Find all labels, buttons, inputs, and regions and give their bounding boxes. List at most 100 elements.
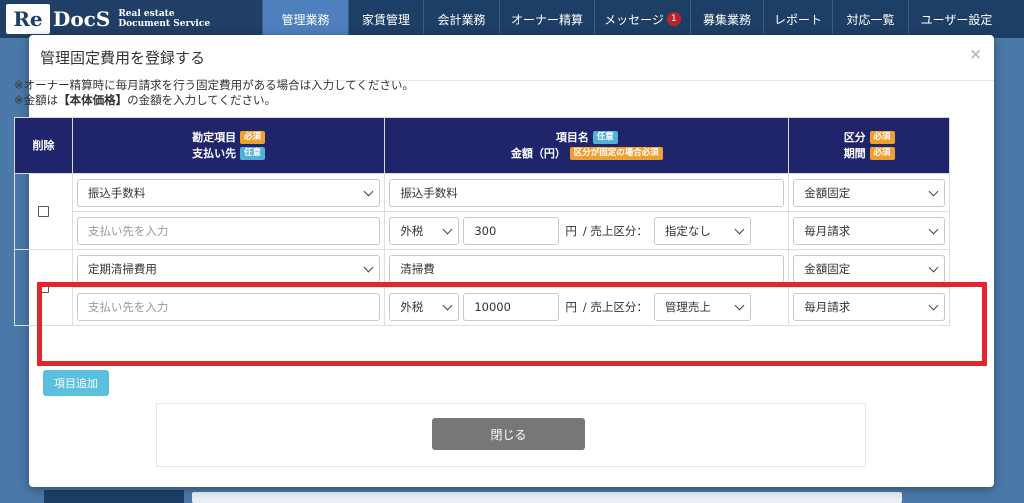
item-name-input[interactable]: 振込手数料	[389, 178, 785, 207]
tax-select[interactable]: 外税	[389, 292, 460, 321]
header-payee-label: 支払い先	[192, 146, 237, 160]
item-cell: 清掃費	[384, 249, 790, 288]
item-cell: 振込手数料	[384, 173, 790, 212]
sales-category-select[interactable]: 管理売上	[653, 292, 751, 321]
nav-owner[interactable]: オーナー精算	[499, 0, 594, 38]
table-row: 支払い先を入力 外税 300 円 / 売上区分： 指定なし 毎月請求	[15, 211, 950, 250]
period-cell: 毎月請求	[788, 211, 950, 250]
note-text: ※金額は	[14, 93, 59, 107]
payee-input[interactable]: 支払い先を入力	[76, 216, 381, 245]
nav-taiou[interactable]: 対応一覧	[832, 0, 908, 38]
nav-kanri[interactable]: 管理業務	[262, 0, 348, 38]
item-name-input[interactable]: 清掃費	[389, 254, 785, 283]
chevron-down-icon	[734, 224, 745, 234]
header-category: 区分 必須 期間 必須	[788, 117, 950, 174]
amount-cell: 外税 10000 円 / 売上区分： 管理売上	[384, 287, 790, 326]
nav-label: 会計業務	[437, 12, 486, 27]
header-item-label: 項目名	[555, 130, 589, 144]
amount-input[interactable]: 300	[463, 216, 560, 245]
close-button[interactable]: 閉じる	[432, 418, 585, 450]
select-value: 毎月請求	[804, 223, 851, 238]
account-select[interactable]: 定期清掃費用	[76, 254, 381, 283]
fixed-cost-table: 削除 勘定項目 必須 支払い先 任意 項目名 任意 金額（円） 区分が固定の場合…	[14, 117, 950, 326]
delete-cell	[14, 249, 73, 326]
required-badge: 必須	[240, 131, 266, 144]
select-value: 振込手数料	[87, 185, 146, 200]
chevron-down-icon	[363, 186, 374, 196]
nav-boshu[interactable]: 募集業務	[690, 0, 763, 38]
payee-input[interactable]: 支払い先を入力	[76, 292, 381, 321]
select-value: 指定なし	[664, 223, 711, 238]
header-delete: 削除	[14, 117, 73, 174]
nav-message[interactable]: メッセージ 1	[594, 0, 690, 38]
select-value: 金額固定	[804, 261, 851, 276]
logo-subtitle: Real estate Document Service	[118, 9, 210, 29]
note-line-2: ※金額は【本体価格】の金額を入力してください。	[14, 93, 414, 108]
account-cell: 振込手数料	[71, 173, 386, 212]
optional-badge: 任意	[240, 147, 266, 160]
nav-yachin[interactable]: 家賃管理	[348, 0, 423, 38]
yen-label: 円	[565, 299, 577, 314]
modal-title: 管理固定費用を登録する	[40, 49, 206, 67]
table-row: 定期清掃費用 清掃費 金額固定	[14, 249, 950, 326]
delete-checkbox[interactable]	[37, 282, 49, 293]
period-cell: 毎月請求	[788, 287, 950, 326]
chevron-down-icon	[734, 300, 745, 310]
close-icon[interactable]: ×	[969, 45, 982, 63]
period-select[interactable]: 毎月請求	[793, 216, 945, 245]
note-bold: 【本体価格】	[58, 93, 128, 107]
nav-label: 対応一覧	[846, 12, 895, 27]
nav-label: 管理業務	[281, 12, 330, 27]
nav-kaikei[interactable]: 会計業務	[423, 0, 499, 38]
chevron-down-icon	[928, 262, 939, 272]
table-header-row: 削除 勘定項目 必須 支払い先 任意 項目名 任意 金額（円） 区分が固定の場合…	[14, 117, 950, 174]
chevron-down-icon	[442, 224, 453, 234]
select-value: 定期清掃費用	[87, 261, 157, 276]
sales-category-select[interactable]: 指定なし	[653, 216, 751, 245]
nav-label: メッセージ	[604, 12, 664, 27]
modal-notes: ※オーナー精算時に毎月請求を行う固定費用がある場合は入力してください。 ※金額は…	[14, 78, 414, 108]
amount-input[interactable]: 10000	[463, 292, 560, 321]
required-badge: 必須	[869, 131, 895, 144]
logo-docs: DocS	[53, 7, 111, 31]
period-select[interactable]: 毎月請求	[793, 292, 945, 321]
payee-cell: 支払い先を入力	[71, 211, 386, 250]
sales-category-label: / 売上区分：	[582, 223, 648, 238]
note-line-1: ※オーナー精算時に毎月請求を行う固定費用がある場合は入力してください。	[14, 78, 414, 92]
chevron-down-icon	[928, 300, 939, 310]
nav-user-settings[interactable]: ユーザー設定	[908, 0, 1004, 38]
select-value: 管理売上	[664, 299, 711, 314]
modal-header: 管理固定費用を登録する ×	[29, 35, 994, 81]
chevron-down-icon	[928, 224, 939, 234]
add-item-button[interactable]: 項目追加	[43, 370, 109, 396]
category-select[interactable]: 金額固定	[793, 178, 945, 207]
amount-cell: 外税 300 円 / 売上区分： 指定なし	[384, 211, 790, 250]
required-badge: 必須	[869, 147, 895, 160]
note-text: の金額を入力してください。	[127, 93, 276, 107]
header-item: 項目名 任意 金額（円） 区分が固定の場合必須	[384, 117, 790, 174]
table-row: 支払い先を入力 外税 10000 円 / 売上区分： 管理売上 毎月請求	[15, 287, 950, 326]
main-nav: 管理業務 家賃管理 会計業務 オーナー精算 メッセージ 1 募集業務 レポート 対…	[262, 0, 1024, 38]
logo[interactable]: Re DocS Real estate Document Service	[0, 0, 262, 38]
backdrop-sidebar	[44, 490, 184, 503]
optional-badge: 任意	[592, 131, 618, 144]
logo-re: Re	[6, 4, 50, 34]
sales-category-label: / 売上区分：	[582, 299, 648, 314]
chevron-down-icon	[363, 262, 374, 272]
yen-label: 円	[565, 223, 577, 238]
account-select[interactable]: 振込手数料	[76, 178, 381, 207]
delete-checkbox[interactable]	[37, 206, 49, 217]
table-row: 振込手数料 振込手数料 金額固定	[14, 173, 950, 250]
amount-row: 外税 10000 円 / 売上区分： 管理売上	[389, 292, 784, 321]
message-count-badge: 1	[666, 12, 681, 26]
payee-cell: 支払い先を入力	[71, 287, 386, 326]
top-navbar: Re DocS Real estate Document Service 管理業…	[0, 0, 1024, 38]
fixed-required-badge: 区分が固定の場合必須	[569, 147, 663, 160]
select-value: 外税	[400, 299, 424, 314]
account-cell: 定期清掃費用	[71, 249, 386, 288]
category-select[interactable]: 金額固定	[793, 254, 945, 283]
nav-label: 家賃管理	[361, 12, 410, 27]
nav-report[interactable]: レポート	[763, 0, 832, 38]
header-account: 勘定項目 必須 支払い先 任意	[71, 117, 386, 174]
tax-select[interactable]: 外税	[389, 216, 460, 245]
